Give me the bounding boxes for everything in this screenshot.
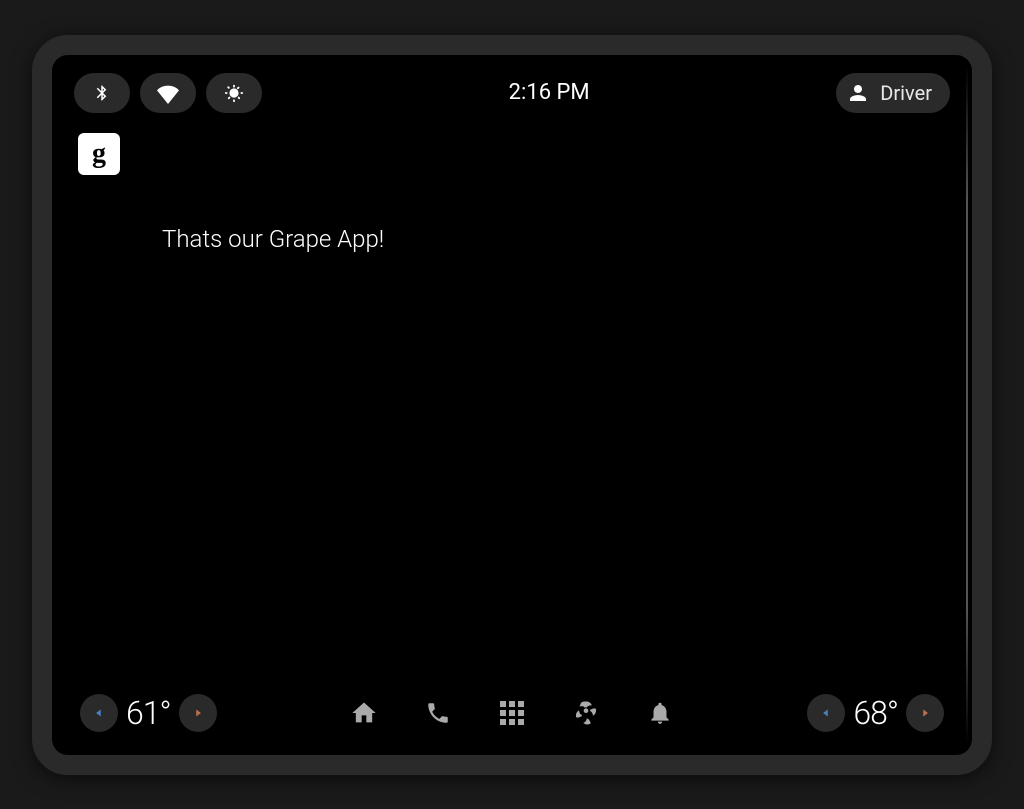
user-profile-button[interactable]: Driver bbox=[836, 73, 950, 113]
left-temp-value: 61° bbox=[124, 694, 173, 732]
bluetooth-icon bbox=[93, 82, 111, 104]
app-icon-row: g bbox=[52, 127, 972, 175]
notifications-button[interactable] bbox=[644, 697, 676, 729]
clock-text: 2:16 PM bbox=[509, 80, 590, 105]
status-left-group bbox=[74, 73, 262, 113]
nav-icons bbox=[348, 697, 676, 729]
fan-button[interactable] bbox=[570, 697, 602, 729]
content-area: Thats our Grape App! bbox=[52, 175, 972, 675]
left-temp-group: 61° bbox=[80, 694, 217, 732]
bell-icon bbox=[647, 700, 673, 726]
right-temp-value: 68° bbox=[851, 694, 900, 732]
chevron-left-icon bbox=[92, 706, 106, 720]
right-temp-down-button[interactable] bbox=[807, 694, 845, 732]
user-label: Driver bbox=[880, 81, 932, 105]
wifi-button[interactable] bbox=[140, 73, 196, 113]
right-temp-group: 68° bbox=[807, 694, 944, 732]
phone-icon bbox=[425, 700, 451, 726]
phone-button[interactable] bbox=[422, 697, 454, 729]
status-bar: 2:16 PM Driver bbox=[52, 55, 972, 127]
device-frame: 2:16 PM Driver g Thats our Grape App! bbox=[32, 35, 992, 775]
apps-button[interactable] bbox=[496, 697, 528, 729]
status-right-group: Driver bbox=[836, 73, 950, 113]
grape-app-glyph: g bbox=[92, 138, 106, 170]
bottom-bar: 61° bbox=[52, 675, 972, 755]
brightness-icon bbox=[223, 82, 245, 104]
screen: 2:16 PM Driver g Thats our Grape App! bbox=[52, 55, 972, 755]
bluetooth-button[interactable] bbox=[74, 73, 130, 113]
home-button[interactable] bbox=[348, 697, 380, 729]
chevron-left-icon bbox=[819, 706, 833, 720]
user-icon bbox=[846, 81, 870, 105]
content-message: Thats our Grape App! bbox=[162, 225, 862, 253]
home-icon bbox=[350, 699, 378, 727]
clock: 2:16 PM bbox=[262, 80, 836, 105]
apps-grid-icon bbox=[500, 701, 524, 725]
grape-app-icon[interactable]: g bbox=[78, 133, 120, 175]
chevron-right-icon bbox=[918, 706, 932, 720]
left-temp-up-button[interactable] bbox=[179, 694, 217, 732]
chevron-right-icon bbox=[191, 706, 205, 720]
left-temp-down-button[interactable] bbox=[80, 694, 118, 732]
fan-icon bbox=[572, 699, 600, 727]
right-temp-up-button[interactable] bbox=[906, 694, 944, 732]
brightness-button[interactable] bbox=[206, 73, 262, 113]
wifi-icon bbox=[157, 82, 179, 104]
